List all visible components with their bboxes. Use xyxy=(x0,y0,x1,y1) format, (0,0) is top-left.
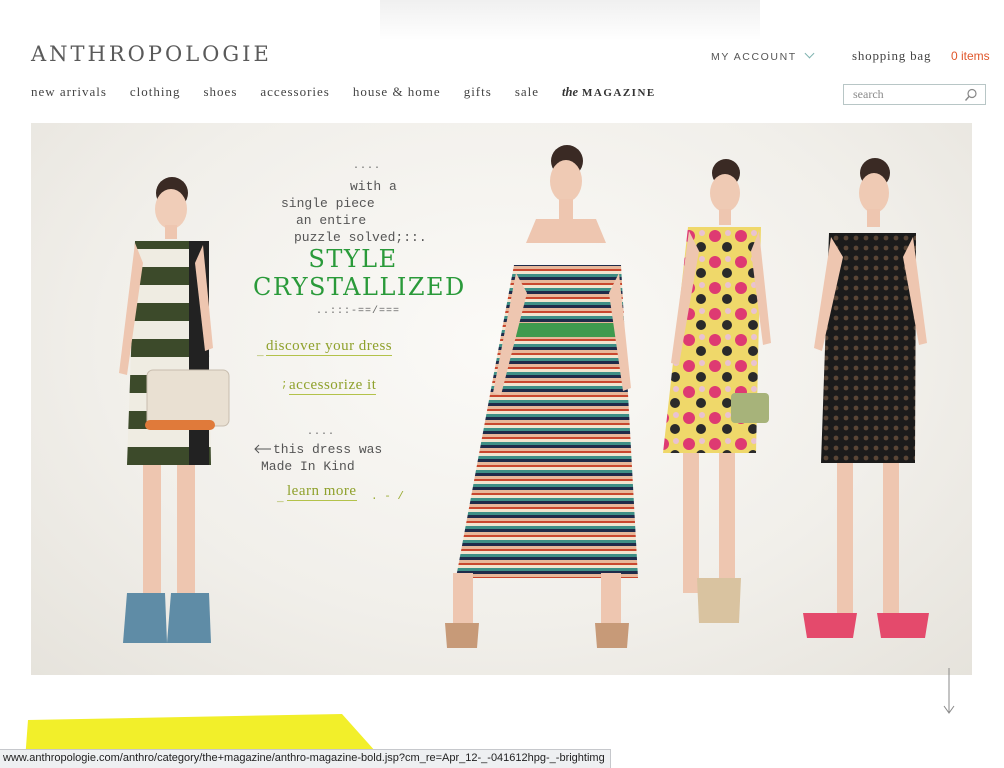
accessorize-it-link[interactable]: accessorize it xyxy=(289,377,377,395)
model-2 xyxy=(445,145,638,648)
search-box xyxy=(843,84,986,105)
intro-line-4: puzzle solved;::. xyxy=(294,230,427,245)
bag-item-count[interactable]: 0 items xyxy=(951,49,990,63)
brand-logo[interactable]: ANTHROPOLOGIE xyxy=(31,42,272,66)
nav-sale[interactable]: sale xyxy=(515,84,539,100)
cta-accent-4: . - / xyxy=(371,491,405,503)
magazine-label: MAGAZINE xyxy=(582,87,656,99)
main-nav: new arrivals clothing shoes accessories … xyxy=(31,84,679,100)
search-input[interactable] xyxy=(844,85,959,104)
nav-new-arrivals[interactable]: new arrivals xyxy=(31,84,107,100)
made-dots: .... xyxy=(307,427,336,438)
intro-line-1: with a xyxy=(350,179,397,194)
hero-photo[interactable] xyxy=(31,123,972,675)
nav-the-magazine[interactable]: the MAGAZINE xyxy=(562,85,656,100)
intro-dots: .... xyxy=(353,161,382,172)
model-1 xyxy=(119,177,230,643)
magnifier-icon[interactable] xyxy=(964,88,978,102)
magazine-prefix: the xyxy=(562,85,579,99)
model-3 xyxy=(663,159,771,623)
nav-accessories[interactable]: accessories xyxy=(260,84,329,100)
learn-more-link[interactable]: learn more xyxy=(287,483,357,501)
nav-gifts[interactable]: gifts xyxy=(464,84,492,100)
my-account-label: MY ACCOUNT xyxy=(711,51,797,63)
arrow-left-icon xyxy=(254,444,271,454)
nav-house-home[interactable]: house & home xyxy=(353,84,441,100)
intro-line-3: an entire xyxy=(296,213,367,228)
discover-your-dress-link[interactable]: discover your dress xyxy=(266,338,393,356)
nav-clothing[interactable]: clothing xyxy=(130,84,181,100)
shopping-bag-link[interactable]: shopping bag xyxy=(852,48,931,64)
headline: STYLE CRYSTALLIZED xyxy=(253,245,466,301)
cta-accent-2: ; xyxy=(281,379,288,391)
chevron-down-icon xyxy=(804,48,815,59)
made-line-1: this dress was xyxy=(273,442,383,457)
nav-shoes[interactable]: shoes xyxy=(204,84,238,100)
hero-banner: .... with a single piece an entire puzzl… xyxy=(31,123,972,675)
paper-texture xyxy=(380,0,760,40)
cta-accent-1: _ xyxy=(257,347,264,359)
status-bar-url: www.anthropologie.com/anthro/category/th… xyxy=(0,749,611,768)
divider-dots: ..:::-==/=== xyxy=(316,306,401,317)
headline-line-2: CRYSTALLIZED xyxy=(253,273,466,301)
arrow-down-icon[interactable] xyxy=(942,668,956,716)
headline-line-1: STYLE xyxy=(308,245,398,273)
model-4 xyxy=(803,158,929,638)
my-account-menu[interactable]: MY ACCOUNT xyxy=(711,48,815,63)
made-line-2: Made In Kind xyxy=(261,459,355,474)
cta-accent-3: _ xyxy=(277,493,284,505)
intro-line-2: single piece xyxy=(281,196,375,211)
